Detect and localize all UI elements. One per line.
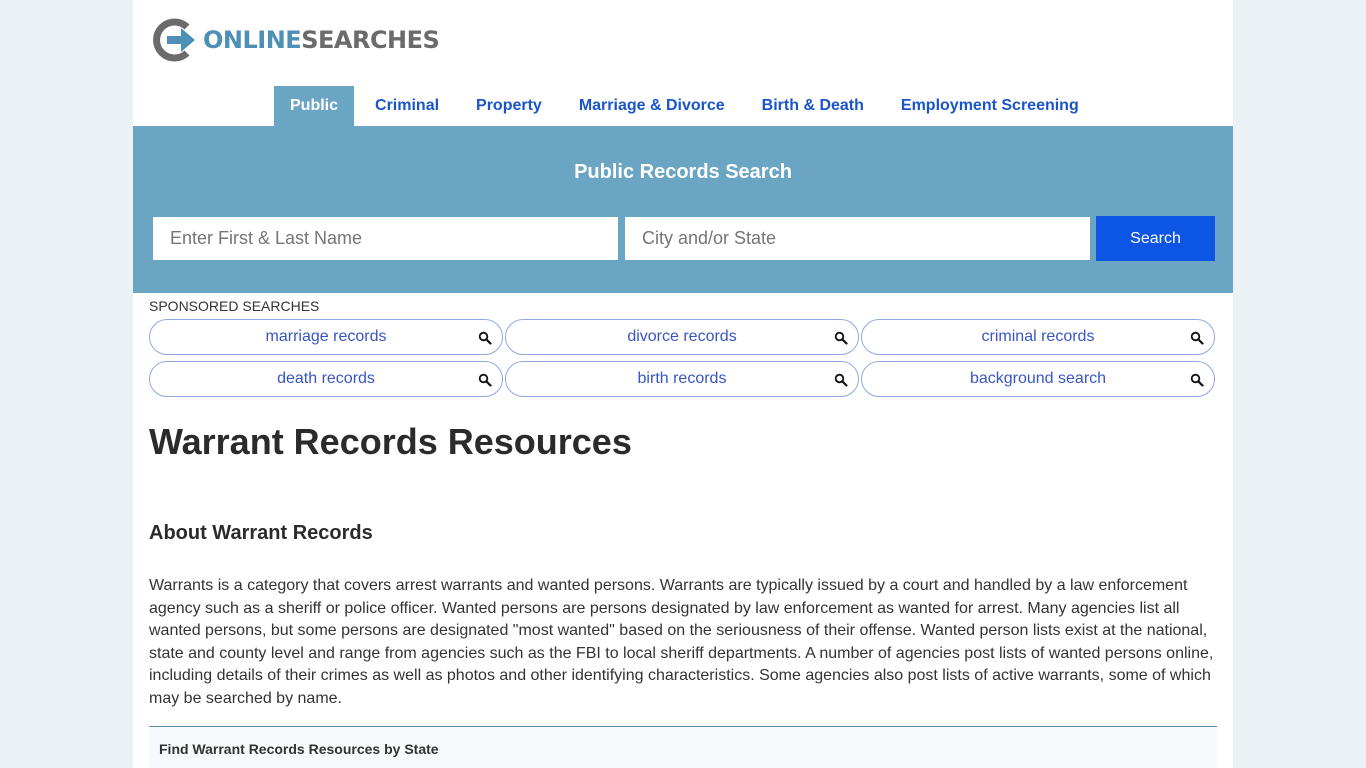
search-icon [834,331,848,345]
sponsored-death-records[interactable]: death records [149,361,503,397]
find-by-state-panel: Find Warrant Records Resources by State [149,726,1217,768]
site-logo[interactable]: ONLINESEARCHES [153,18,440,62]
pill-label: background search [969,370,1107,387]
page-title: Warrant Records Resources [149,421,632,462]
nav-criminal[interactable]: Criminal [359,86,455,126]
search-icon [834,373,848,387]
page-container: ONLINESEARCHES Public Criminal Property … [133,0,1233,768]
search-icon [1190,331,1204,345]
nav-employment-screening[interactable]: Employment Screening [885,86,1095,126]
about-paragraph: Warrants is a category that covers arres… [149,577,1214,707]
nav-birth-death[interactable]: Birth & Death [746,86,880,126]
logo-text: ONLINESEARCHES [203,26,440,54]
search-hero: Public Records Search Search [133,126,1233,293]
find-by-state-title: Find Warrant Records Resources by State [159,741,439,757]
sponsored-divorce-records[interactable]: divorce records [505,319,859,355]
name-input[interactable] [153,217,618,260]
sponsored-birth-records[interactable]: birth records [505,361,859,397]
search-icon [478,373,492,387]
pill-label: birth records [637,370,727,387]
pill-label: marriage records [265,328,387,345]
search-icon [478,331,492,345]
sponsored-marriage-records[interactable]: marriage records [149,319,503,355]
pill-label: criminal records [981,328,1095,345]
hero-title: Public Records Search [574,161,792,183]
main-nav: Public Criminal Property Marriage & Divo… [274,86,1100,126]
sponsored-searches: marriage records divorce records crimina… [149,319,1215,397]
search-button[interactable]: Search [1096,216,1215,261]
nav-marriage-divorce[interactable]: Marriage & Divorce [563,86,741,126]
section-title-about: About Warrant Records [149,522,373,544]
logo-arrow-icon [153,18,195,62]
pill-label: divorce records [627,328,737,345]
sponsored-background-search[interactable]: background search [861,361,1215,397]
sponsored-criminal-records[interactable]: criminal records [861,319,1215,355]
nav-property[interactable]: Property [460,86,558,126]
nav-public[interactable]: Public [274,86,355,126]
sponsored-label: SPONSORED SEARCHES [149,298,320,314]
pill-label: death records [277,370,375,387]
search-icon [1190,373,1204,387]
location-input[interactable] [625,217,1090,260]
